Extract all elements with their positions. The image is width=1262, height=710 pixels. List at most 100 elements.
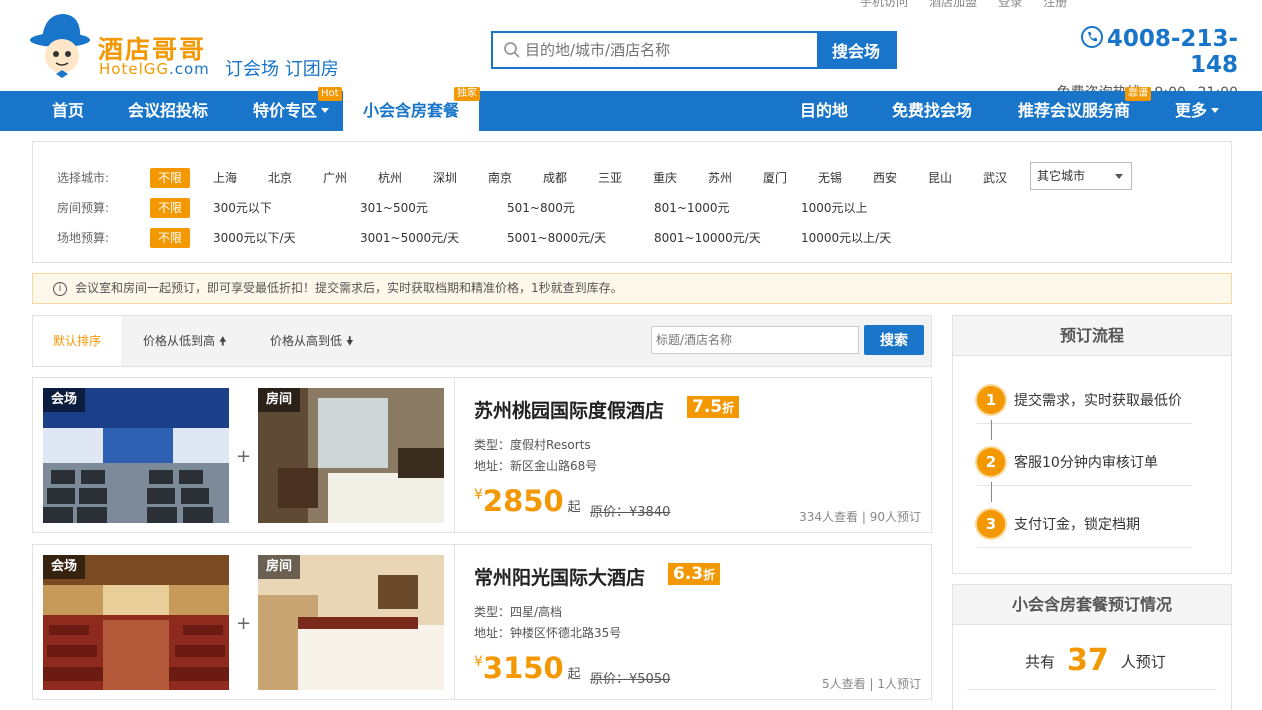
step-number-icon: 3 xyxy=(977,510,1005,538)
room-budget-option[interactable]: 300元以下 xyxy=(213,198,272,218)
city-option[interactable]: 重庆 xyxy=(653,168,677,188)
view-booking-stats: 334人查看 | 90人预订 xyxy=(799,510,921,524)
topbar-login-link[interactable]: 登录 xyxy=(998,0,1022,8)
city-option[interactable]: 上海 xyxy=(213,168,237,188)
room-budget-option[interactable]: 801~1000元 xyxy=(654,198,730,218)
nav-bidding[interactable]: 会议招投标 xyxy=(128,91,208,131)
card-divider xyxy=(454,378,455,532)
nav-more[interactable]: 更多 xyxy=(1175,91,1220,131)
hotel-type: 类型：四星/高档 xyxy=(474,605,563,619)
logo-slogan: 订会场 订团房 xyxy=(225,59,339,80)
original-price: 原价：¥5050 xyxy=(590,672,671,687)
notice-text: 会议室和房间一起预订，即可享受最低折扣！提交需求后，实时获取档期和精准价格，1秒… xyxy=(75,281,623,295)
venue-budget-option[interactable]: 5001~8000元/天 xyxy=(507,228,606,248)
room-budget-option[interactable]: 1000元以上 xyxy=(801,198,868,218)
city-option[interactable]: 武汉 xyxy=(983,168,1007,188)
city-filter-label: 选择城市: xyxy=(57,171,110,185)
title-search-button[interactable]: 搜索 xyxy=(864,325,924,355)
listing-card[interactable]: 会场 + 房间 苏州桃园国际度假酒店 7.5折 类型：度假村Resorts 地址… xyxy=(32,377,932,533)
sort-bar: 默认排序 价格从低到高 🠝 价格从高到低 🠟 搜索 xyxy=(32,315,932,367)
room-photo[interactable]: 房间 xyxy=(258,555,444,690)
reliable-tag: 靠谱 xyxy=(1125,87,1151,101)
venue-budget-row: 场地预算: 不限 3000元以下/天 3001~5000元/天 5001~800… xyxy=(33,228,1231,248)
step-text: 提交需求，实时获取最低价 xyxy=(1014,393,1182,409)
hot-tag: Hot xyxy=(318,87,342,101)
card-divider xyxy=(454,545,455,699)
venue-budget-option[interactable]: 8001~10000元/天 xyxy=(654,228,761,248)
site-logo[interactable]: 酒店哥哥 HotelGG.com 订会场 订团房 xyxy=(30,10,360,82)
topbar-franchise-link[interactable]: 酒店加盟 xyxy=(929,0,977,8)
city-option[interactable]: 杭州 xyxy=(378,168,402,188)
booking-status-panel: 小会含房套餐预订情况 共有 37 人预订 xyxy=(952,584,1232,710)
city-option[interactable]: 北京 xyxy=(268,168,292,188)
city-option[interactable]: 成都 xyxy=(543,168,567,188)
booking-count: 共有 37 人预订 xyxy=(1025,643,1166,678)
venue-photo[interactable]: 会场 xyxy=(43,388,229,523)
city-option[interactable]: 昆山 xyxy=(928,168,952,188)
hotline-number: 4008-213-148 xyxy=(1048,26,1238,78)
room-photo[interactable]: 房间 xyxy=(258,388,444,523)
venue-badge: 会场 xyxy=(43,555,86,579)
city-option[interactable]: 西安 xyxy=(873,168,897,188)
city-option[interactable]: 南京 xyxy=(488,168,512,188)
nav-service-providers[interactable]: 推荐会议服务商 xyxy=(1018,91,1130,131)
mascot-logo-icon xyxy=(30,14,90,78)
city-option[interactable]: 无锡 xyxy=(818,168,842,188)
booking-process-panel: 预订流程 1 提交需求，实时获取最低价 2 客服10分钟内审核订单 3 支付订金… xyxy=(952,315,1232,574)
booking-process-title: 预订流程 xyxy=(953,316,1231,356)
sort-default[interactable]: 默认排序 xyxy=(33,316,121,366)
hotline-block: 4008-213-148 免费咨询热线：9:00~21:00 xyxy=(1048,26,1238,101)
hotel-address: 地址：新区金山路68号 xyxy=(474,459,598,473)
top-utility-bar: 手机访问 酒店加盟 登录 注册 xyxy=(860,0,1260,8)
city-option[interactable]: 广州 xyxy=(323,168,347,188)
city-option[interactable]: 苏州 xyxy=(708,168,732,188)
package-price: ¥2850 起 xyxy=(474,484,581,518)
hotel-name[interactable]: 苏州桃园国际度假酒店 xyxy=(474,396,664,423)
nav-find-venue[interactable]: 免费找会场 xyxy=(892,91,972,131)
venue-budget-option[interactable]: 10000元以上/天 xyxy=(801,228,891,248)
promo-notice: i 会议室和房间一起预订，即可享受最低折扣！提交需求后，实时获取档期和精准价格，… xyxy=(32,273,1232,304)
nav-home[interactable]: 首页 xyxy=(52,91,84,131)
venue-budget-option[interactable]: 3001~5000元/天 xyxy=(360,228,459,248)
room-budget-label: 房间预算: xyxy=(57,201,110,215)
title-search-input[interactable] xyxy=(651,326,859,354)
venue-budget-option[interactable]: 3000元以下/天 xyxy=(213,228,296,248)
city-option[interactable]: 三亚 xyxy=(598,168,622,188)
hotel-name[interactable]: 常州阳光国际大酒店 xyxy=(474,563,645,590)
discount-badge: 6.3折 xyxy=(668,563,721,585)
sort-price-desc[interactable]: 价格从高到低 🠟 xyxy=(270,316,354,366)
room-badge: 房间 xyxy=(258,555,301,579)
chevron-down-icon xyxy=(1211,108,1220,113)
step-text: 支付订金，锁定档期 xyxy=(1014,517,1140,533)
destination-search-input[interactable] xyxy=(493,33,819,67)
topbar-register-link[interactable]: 注册 xyxy=(1043,0,1067,8)
step-number-icon: 2 xyxy=(977,448,1005,476)
hotel-type: 类型：度假村Resorts xyxy=(474,438,591,452)
chevron-down-icon xyxy=(1115,174,1123,179)
plus-icon: + xyxy=(236,446,252,467)
room-budget-option[interactable]: 301~500元 xyxy=(360,198,428,218)
step-text: 客服10分钟内审核订单 xyxy=(1014,455,1158,471)
panel-divider xyxy=(967,689,1217,690)
search-venue-button[interactable]: 搜会场 xyxy=(817,33,895,67)
listing-card[interactable]: 会场 + 房间 常州阳光国际大酒店 6.3折 类型：四星/高档 地址：钟楼区怀德… xyxy=(32,544,932,700)
logo-english-name: HotelGG.com xyxy=(99,60,210,78)
arrow-down-icon: 🠟 xyxy=(345,334,354,348)
venue-photo[interactable]: 会场 xyxy=(43,555,229,690)
discount-badge: 7.5折 xyxy=(687,396,740,418)
city-filter-all[interactable]: 不限 xyxy=(150,168,190,188)
arrow-up-icon: 🠝 xyxy=(218,334,227,348)
original-price: 原价：¥3840 xyxy=(590,505,671,520)
room-budget-row: 房间预算: 不限 300元以下 301~500元 501~800元 801~10… xyxy=(33,198,1231,218)
room-budget-all[interactable]: 不限 xyxy=(150,198,190,218)
topbar-mobile-link[interactable]: 手机访问 xyxy=(860,0,908,8)
step-number-icon: 1 xyxy=(977,386,1005,414)
city-option[interactable]: 深圳 xyxy=(433,168,457,188)
other-city-select[interactable]: 其它城市 xyxy=(1030,162,1132,190)
room-budget-option[interactable]: 501~800元 xyxy=(507,198,575,218)
city-option[interactable]: 厦门 xyxy=(763,168,787,188)
sort-price-asc[interactable]: 价格从低到高 🠝 xyxy=(143,316,227,366)
nav-destination[interactable]: 目的地 xyxy=(800,91,848,131)
venue-budget-all[interactable]: 不限 xyxy=(150,228,190,248)
hotel-address: 地址：钟楼区怀德北路35号 xyxy=(474,626,622,640)
